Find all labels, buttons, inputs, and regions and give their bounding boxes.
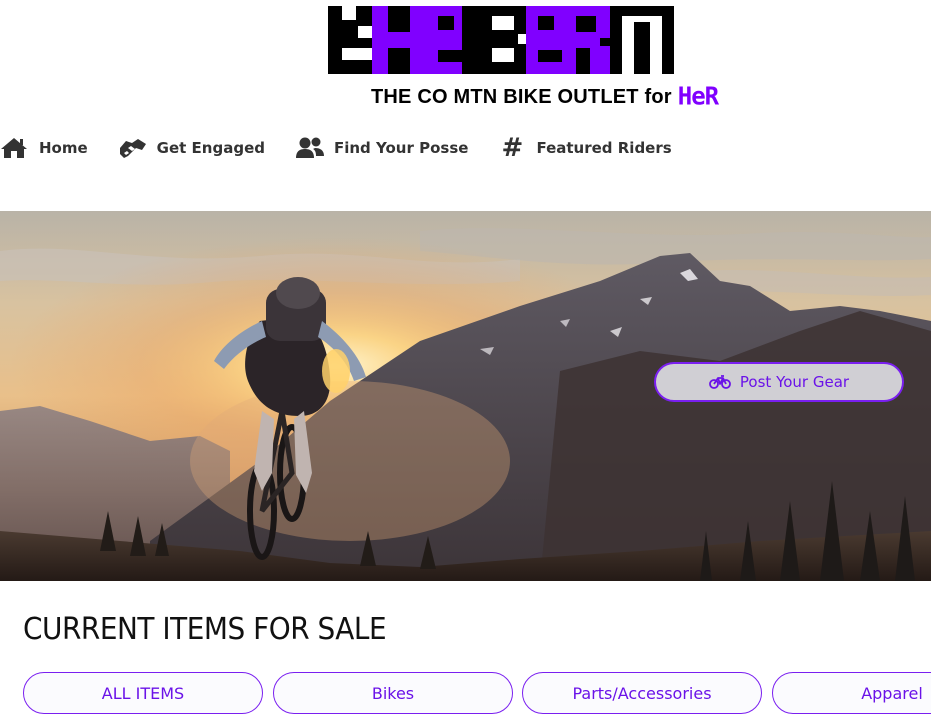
main-nav: Home Get Engaged Find Your Posse # Featu… <box>0 132 672 164</box>
users-icon <box>295 135 325 161</box>
tagline-text: THE CO MTN BIKE OUTLET for <box>371 86 672 108</box>
nav-label-featured-riders: Featured Riders <box>536 139 672 157</box>
filter-parts-accessories[interactable]: Parts/Accessories <box>522 672 762 714</box>
post-your-gear-label: Post Your Gear <box>739 373 850 391</box>
filter-label-apparel: Apparel <box>861 683 923 703</box>
tagline-accent: HeR <box>677 81 719 111</box>
nav-item-get-engaged[interactable]: Get Engaged <box>118 135 265 161</box>
section-title: CURRENT ITEMS FOR SALE <box>23 612 387 647</box>
brand-logo[interactable] <box>326 4 676 76</box>
hero-banner: Post Your Gear <box>0 211 931 581</box>
home-icon <box>0 135 30 161</box>
filter-apparel[interactable]: Apparel <box>772 672 931 714</box>
bicycle-icon <box>709 375 731 389</box>
filter-label-parts-accessories: Parts/Accessories <box>572 683 712 703</box>
brand-logo-graphic <box>328 6 674 74</box>
nav-item-home[interactable]: Home <box>0 135 88 161</box>
filter-all-items[interactable]: ALL ITEMS <box>23 672 263 714</box>
hashtag-icon: # <box>501 133 524 163</box>
nav-item-featured-riders[interactable]: # Featured Riders <box>498 133 672 163</box>
nav-label-home: Home <box>39 139 88 157</box>
post-your-gear-button[interactable]: Post Your Gear <box>654 362 904 402</box>
nav-label-find-your-posse: Find Your Posse <box>333 139 469 157</box>
filter-bar: ALL ITEMS Bikes Parts/Accessories Appare… <box>23 672 931 716</box>
filter-bikes[interactable]: Bikes <box>273 672 513 714</box>
handshake-icon <box>118 135 148 161</box>
nav-label-get-engaged: Get Engaged <box>156 139 265 157</box>
filter-label-all-items: ALL ITEMS <box>101 683 185 703</box>
nav-item-find-your-posse[interactable]: Find Your Posse <box>295 135 468 161</box>
brand-tagline: THE CO MTN BIKE OUTLET for HeR <box>371 80 719 111</box>
filter-label-bikes: Bikes <box>371 683 415 703</box>
